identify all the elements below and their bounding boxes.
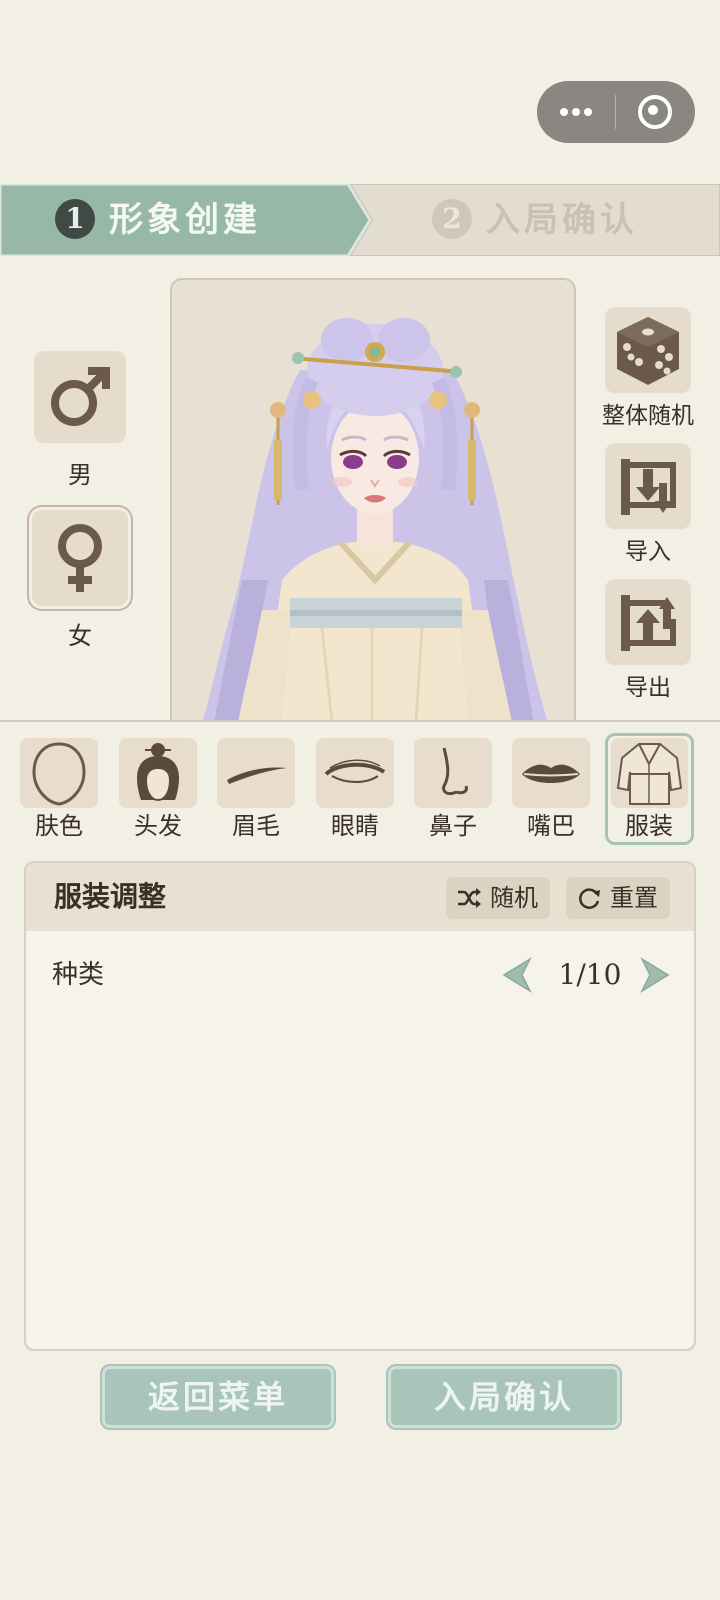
back-to-menu-button[interactable]: 返回菜单 [102, 1366, 334, 1428]
character-portrait [202, 318, 548, 721]
clothing-adjust-panel: 服装调整 随机 重置 种类 1/10 [24, 861, 696, 1351]
import-button[interactable] [605, 443, 691, 529]
step-1-label: 形象创建 [109, 200, 261, 240]
import-scroll-icon [621, 459, 676, 515]
step-1-create: 1 形象创建 [55, 184, 261, 256]
tab-nose[interactable] [414, 738, 492, 808]
confirm-enter-button[interactable]: 入局确认 [388, 1366, 620, 1428]
refresh-icon [579, 888, 600, 909]
nose-icon [442, 747, 468, 796]
eyebrow-icon [227, 767, 287, 784]
tab-skin[interactable] [20, 738, 98, 808]
face-outline-icon [32, 742, 86, 806]
male-symbol-icon [51, 367, 110, 426]
step-2-confirm: 2 入局确认 [432, 184, 638, 256]
female-symbol-icon [58, 524, 102, 592]
tab-clothing-label: 服装 [625, 812, 673, 840]
tab-hair[interactable] [119, 738, 197, 808]
robe-icon [616, 743, 683, 805]
tab-eyes[interactable] [316, 738, 394, 808]
miniprogram-capsule [537, 81, 695, 143]
tab-clothing[interactable] [611, 738, 688, 808]
step-2-label: 入局确认 [486, 200, 638, 240]
tab-eyebrows[interactable] [217, 738, 295, 808]
export-button[interactable] [605, 579, 691, 665]
random-all-label: 整体随机 [602, 403, 694, 429]
export-scroll-icon [621, 595, 676, 651]
panel-reset-button[interactable]: 重置 [566, 877, 670, 919]
tab-nose-label: 鼻子 [429, 812, 477, 840]
stage-divider [0, 720, 720, 722]
step-1-number: 1 [55, 199, 95, 239]
dice-icon [617, 317, 679, 385]
category-label: 种类 [52, 960, 105, 990]
eye-icon [324, 759, 386, 783]
step-progress: 1 形象创建 2 入局确认 [0, 184, 720, 256]
female-button[interactable] [32, 510, 128, 606]
next-arrow-icon[interactable] [638, 957, 672, 993]
more-menu-button[interactable] [537, 81, 615, 143]
close-miniprogram-button[interactable] [616, 81, 695, 143]
panel-header: 服装调整 随机 重置 [26, 863, 694, 931]
character-preview [170, 278, 576, 721]
import-label: 导入 [625, 539, 671, 565]
step-2-number: 2 [432, 199, 472, 239]
panel-reset-label: 重置 [610, 884, 658, 912]
prev-arrow-icon[interactable] [500, 957, 534, 993]
panel-title: 服装调整 [54, 880, 167, 913]
lips-icon [522, 764, 580, 783]
hair-bun-icon [137, 743, 179, 802]
male-label: 男 [68, 461, 92, 489]
female-label: 女 [68, 622, 92, 650]
panel-random-button[interactable]: 随机 [446, 877, 550, 919]
tab-skin-label: 肤色 [35, 812, 83, 840]
export-label: 导出 [625, 675, 671, 701]
random-all-button[interactable] [605, 307, 691, 393]
male-button[interactable] [34, 351, 126, 443]
tab-eyebrows-label: 眉毛 [232, 812, 280, 840]
panel-random-label: 随机 [490, 884, 538, 912]
page-indicator: 1/10 [558, 958, 622, 991]
tab-mouth[interactable] [512, 738, 590, 808]
shuffle-icon [458, 888, 481, 908]
tab-eyes-label: 眼睛 [331, 812, 379, 840]
tab-mouth-label: 嘴巴 [527, 812, 575, 840]
tab-hair-label: 头发 [134, 812, 182, 840]
